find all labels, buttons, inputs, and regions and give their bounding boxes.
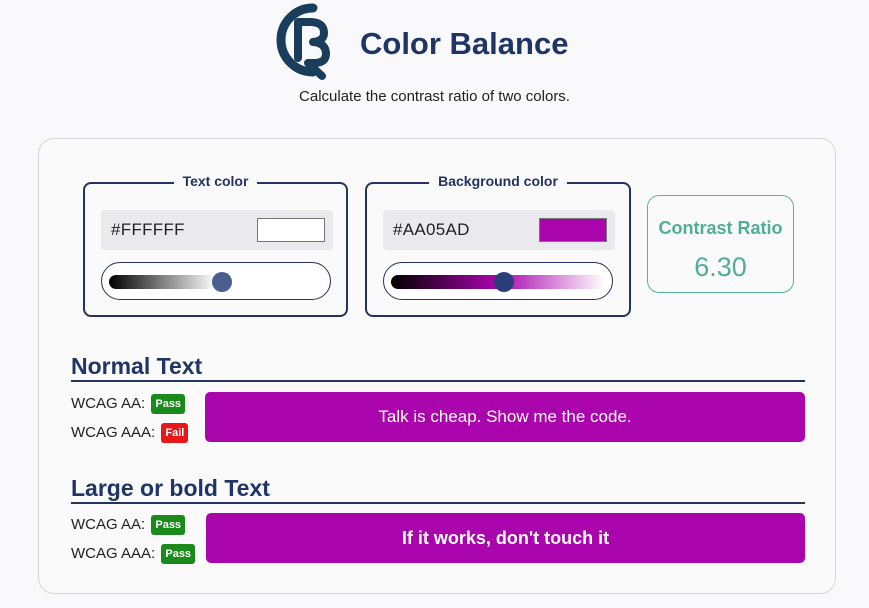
normal-text-sample: Talk is cheap. Show me the code. [378,407,632,426]
large-aa-row: WCAG AA: Pass [71,515,186,535]
text-color-slider[interactable] [101,262,331,300]
background-color-slider-thumb[interactable] [494,272,514,292]
background-color-slider[interactable] [383,262,613,300]
large-aa-label: WCAG AA: [71,515,146,533]
normal-text-preview: Talk is cheap. Show me the code. [205,392,805,442]
normal-aaa-label: WCAG AAA: [71,423,156,441]
text-color-panel: Text color #FFFFFF [83,173,348,317]
normal-aaa-badge: Fail [161,423,189,443]
large-text-sample: If it works, don't touch it [401,527,610,548]
normal-aaa-row: WCAG AAA: Fail [71,423,189,443]
large-aaa-label: WCAG AAA: [71,544,156,562]
background-color-panel: Background color #AA05AD [365,173,631,317]
contrast-ratio-label: Contrast Ratio [658,218,783,238]
contrast-ratio-box: Contrast Ratio 6.30 [647,195,794,293]
text-color-slider-thumb[interactable] [212,272,232,292]
normal-aa-label: WCAG AA: [71,394,146,412]
large-text-divider [71,502,805,504]
cb-logo-icon [276,3,330,80]
large-aa-badge: Pass [151,515,186,535]
background-color-hex-field[interactable]: #AA05AD [383,210,615,250]
background-color-legend: Background color [429,173,567,189]
large-aaa-badge: Pass [161,544,196,564]
page-title: Color Balance [360,26,569,61]
page-subtitle: Calculate the contrast ratio of two colo… [299,88,570,105]
header: Color Balance Calculate the contrast rat… [0,0,869,120]
text-color-hex-value[interactable]: #FFFFFF [111,220,185,240]
text-color-legend: Text color [173,173,258,189]
large-aaa-row: WCAG AAA: Pass [71,544,196,564]
contrast-ratio-value: 6.30 [694,252,747,282]
normal-text-heading: Normal Text [71,353,203,379]
text-color-swatch[interactable] [257,218,325,242]
background-color-hex-value[interactable]: #AA05AD [393,220,470,240]
large-text-preview: If it works, don't touch it [206,513,805,563]
normal-aa-badge: Pass [151,394,186,414]
text-color-hex-field[interactable]: #FFFFFF [101,210,333,250]
background-color-swatch[interactable] [539,218,607,242]
normal-text-divider [71,380,805,382]
calculator-card: Text color #FFFFFF Background color #AA0… [38,138,836,594]
large-text-heading: Large or bold Text [71,475,270,501]
normal-aa-row: WCAG AA: Pass [71,394,186,414]
